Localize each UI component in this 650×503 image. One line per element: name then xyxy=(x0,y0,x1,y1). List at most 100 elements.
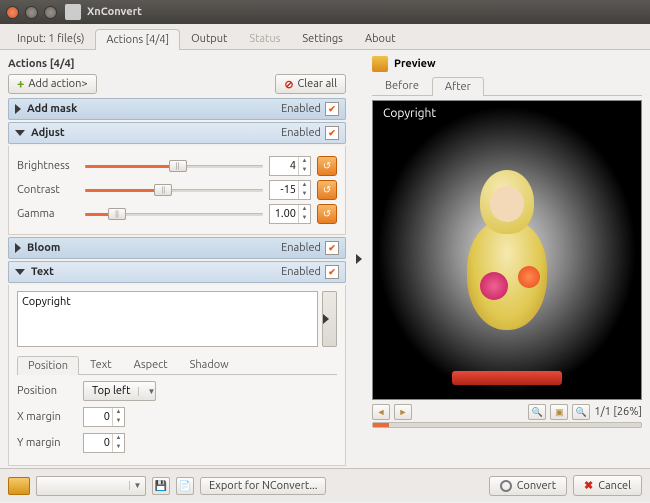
tab-about[interactable]: About xyxy=(354,28,407,49)
adjust-panel: Brightness || ▲▼ ↺ Contrast || xyxy=(8,146,346,235)
disclosure-icon xyxy=(15,243,21,253)
subtab-position[interactable]: Position xyxy=(17,356,79,375)
clear-all-label: Clear all xyxy=(298,78,337,90)
zoom-status-label: 1/1 [26%] xyxy=(594,406,642,418)
path-combo[interactable]: ▼ xyxy=(36,476,146,496)
subtab-text[interactable]: Text xyxy=(79,355,123,374)
zoom-in-button[interactable]: 🔍 xyxy=(528,404,546,420)
tab-output[interactable]: Output xyxy=(180,28,238,49)
preview-tab-before[interactable]: Before xyxy=(372,76,432,95)
window-minimize-button[interactable] xyxy=(25,6,38,19)
clear-icon: ⊘ xyxy=(284,78,293,91)
xmargin-spinbox[interactable]: ▲▼ xyxy=(83,407,125,427)
convert-button[interactable]: Convert xyxy=(489,476,567,496)
text-subtabbar: Position Text Aspect Shadow xyxy=(17,355,337,375)
script-icon[interactable]: 📄 xyxy=(176,477,194,495)
chevron-right-icon xyxy=(323,314,329,324)
contrast-reset-button[interactable]: ↺ xyxy=(317,180,337,200)
gamma-reset-button[interactable]: ↺ xyxy=(317,204,337,224)
add-action-label: Add action> xyxy=(28,78,87,90)
prev-image-button[interactable]: ◄ xyxy=(372,404,390,420)
ymargin-spinbox[interactable]: ▲▼ xyxy=(83,433,125,453)
spin-up[interactable]: ▲ xyxy=(113,408,124,417)
clear-all-button[interactable]: ⊘ Clear all xyxy=(275,74,346,94)
text-content-input[interactable] xyxy=(17,291,318,347)
chevron-down-icon: ▼ xyxy=(129,481,145,490)
preview-tab-after[interactable]: After xyxy=(432,77,484,96)
chevron-down-icon: ▼ xyxy=(138,387,155,396)
preview-image: Copyright xyxy=(372,100,642,400)
preview-scrollbar[interactable] xyxy=(372,422,642,428)
spin-up[interactable]: ▲ xyxy=(299,181,310,190)
action-bloom-title: Bloom xyxy=(27,242,281,254)
text-insert-button[interactable] xyxy=(322,291,337,347)
gamma-input[interactable] xyxy=(270,205,298,223)
subtab-aspect[interactable]: Aspect xyxy=(123,355,179,374)
position-combo[interactable]: Top left ▼ xyxy=(83,381,156,401)
position-label: Position xyxy=(17,385,75,397)
tab-input[interactable]: Input: 1 file(s) xyxy=(6,28,95,49)
tab-status: Status xyxy=(238,28,291,49)
brightness-slider[interactable]: || xyxy=(85,159,263,173)
title-bar: XnConvert xyxy=(0,0,650,24)
cancel-label: Cancel xyxy=(598,480,631,492)
gamma-spinbox[interactable]: ▲▼ xyxy=(269,204,311,224)
enabled-label: Enabled xyxy=(281,103,321,115)
tab-actions[interactable]: Actions [4/4] xyxy=(95,29,180,50)
mask-enabled-checkbox[interactable]: ✔ xyxy=(325,102,339,116)
contrast-slider[interactable]: || xyxy=(85,183,263,197)
brightness-input[interactable] xyxy=(270,157,298,175)
folder-icon[interactable] xyxy=(8,477,30,495)
preview-title: Preview xyxy=(394,58,436,70)
enabled-label: Enabled xyxy=(281,266,321,278)
spin-down[interactable]: ▼ xyxy=(113,443,124,452)
brightness-label: Brightness xyxy=(17,160,79,172)
zoom-out-button[interactable]: 🔍 xyxy=(572,404,590,420)
brightness-spinbox[interactable]: ▲▼ xyxy=(269,156,311,176)
xmargin-label: X margin xyxy=(17,411,75,423)
xmargin-input[interactable] xyxy=(84,408,112,426)
window-close-button[interactable] xyxy=(6,6,19,19)
action-adjust-header[interactable]: Adjust Enabled ✔ xyxy=(8,122,346,144)
spin-down[interactable]: ▼ xyxy=(299,190,310,199)
text-enabled-checkbox[interactable]: ✔ xyxy=(325,265,339,279)
adjust-enabled-checkbox[interactable]: ✔ xyxy=(325,126,339,140)
gamma-slider[interactable]: || xyxy=(85,207,263,221)
ymargin-input[interactable] xyxy=(84,434,112,452)
main-tabbar: Input: 1 file(s) Actions [4/4] Output St… xyxy=(0,24,650,50)
action-bloom-header[interactable]: Bloom Enabled ✔ xyxy=(8,237,346,259)
action-add-mask-header[interactable]: Add mask Enabled ✔ xyxy=(8,98,346,120)
ymargin-label: Y margin xyxy=(17,437,75,449)
app-icon xyxy=(65,4,81,20)
next-image-button[interactable]: ► xyxy=(394,404,412,420)
gamma-label: Gamma xyxy=(17,208,79,220)
spin-down[interactable]: ▼ xyxy=(299,166,310,175)
action-text-header[interactable]: Text Enabled ✔ xyxy=(8,261,346,283)
contrast-input[interactable] xyxy=(270,181,298,199)
convert-label: Convert xyxy=(517,480,556,492)
chevron-right-icon xyxy=(356,254,362,264)
panel-expand-toggle[interactable] xyxy=(352,56,366,462)
spin-down[interactable]: ▼ xyxy=(299,214,310,223)
action-text-title: Text xyxy=(31,266,281,278)
spin-up[interactable]: ▲ xyxy=(113,434,124,443)
bloom-enabled-checkbox[interactable]: ✔ xyxy=(325,241,339,255)
gear-icon xyxy=(500,480,512,492)
zoom-fit-button[interactable]: ▣ xyxy=(550,404,568,420)
contrast-spinbox[interactable]: ▲▼ xyxy=(269,180,311,200)
tab-settings[interactable]: Settings xyxy=(291,28,354,49)
add-action-button[interactable]: + Add action> xyxy=(8,74,97,94)
enabled-label: Enabled xyxy=(281,242,321,254)
subtab-shadow[interactable]: Shadow xyxy=(179,355,240,374)
spin-down[interactable]: ▼ xyxy=(113,417,124,426)
save-icon[interactable]: 💾 xyxy=(152,477,170,495)
action-adjust-title: Adjust xyxy=(31,127,281,139)
overlay-text: Copyright xyxy=(383,107,436,120)
spin-up[interactable]: ▲ xyxy=(299,205,310,214)
export-nconvert-button[interactable]: Export for NConvert... xyxy=(200,477,326,495)
window-maximize-button[interactable] xyxy=(44,6,57,19)
text-panel: Position Text Aspect Shadow Position Top… xyxy=(8,285,346,466)
brightness-reset-button[interactable]: ↺ xyxy=(317,156,337,176)
cancel-button[interactable]: ✖ Cancel xyxy=(573,475,642,496)
spin-up[interactable]: ▲ xyxy=(299,157,310,166)
